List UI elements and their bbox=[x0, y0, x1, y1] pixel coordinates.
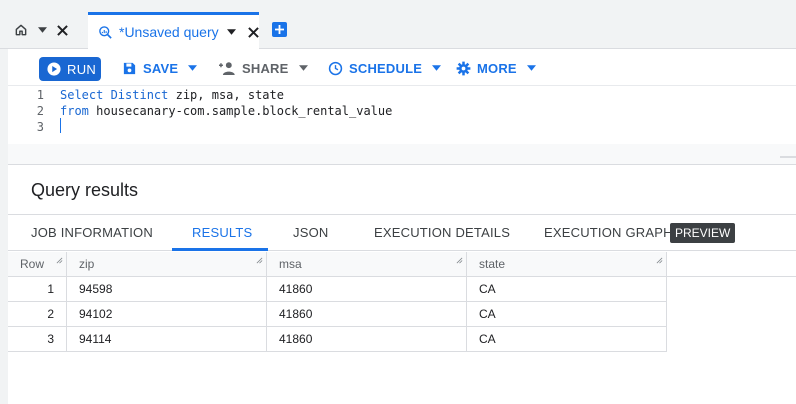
row-number-cell: 2 bbox=[8, 302, 67, 327]
column-resize-icon[interactable] bbox=[456, 248, 463, 273]
tab-json[interactable]: JSON bbox=[293, 225, 328, 240]
play-icon bbox=[47, 62, 61, 76]
preview-badge: PREVIEW bbox=[670, 223, 736, 243]
tab-execution-graph[interactable]: EXECUTION GRAPH bbox=[544, 225, 673, 240]
run-label: RUN bbox=[67, 61, 97, 77]
close-icon[interactable] bbox=[57, 24, 68, 36]
code-line[interactable]: from housecanary-com.sample.block_rental… bbox=[60, 104, 392, 118]
line-number: 2 bbox=[36, 104, 44, 118]
gear-icon bbox=[456, 61, 471, 76]
column-resize-icon[interactable] bbox=[256, 248, 263, 273]
chevron-down-icon[interactable] bbox=[226, 29, 236, 35]
add-tab-icon bbox=[275, 25, 284, 34]
editor-resize-bar[interactable] bbox=[8, 144, 796, 165]
text-cursor bbox=[60, 118, 61, 133]
chevron-down-icon bbox=[188, 65, 198, 71]
home-icon[interactable] bbox=[14, 23, 28, 37]
line-number: 1 bbox=[36, 88, 44, 102]
schedule-clock-icon bbox=[328, 61, 343, 76]
share-label: SHARE bbox=[242, 60, 289, 76]
active-tab-indicator bbox=[172, 248, 268, 251]
table-row: 1 94598 41860 CA bbox=[8, 277, 667, 302]
save-icon bbox=[122, 61, 137, 76]
chevron-down-icon bbox=[298, 65, 308, 71]
tab-unsaved-query[interactable]: *Unsaved query bbox=[88, 12, 259, 49]
left-gutter bbox=[0, 49, 8, 404]
chevron-down-icon bbox=[526, 65, 536, 71]
table-row: 3 94114 41860 CA bbox=[8, 327, 667, 352]
sql-text: zip, msa, state bbox=[168, 88, 284, 102]
table-row: 2 94102 41860 CA bbox=[8, 302, 667, 327]
sql-keyword: Select Distinct bbox=[60, 88, 169, 102]
chevron-down-icon bbox=[432, 65, 442, 71]
msa-cell[interactable]: 41860 bbox=[267, 302, 467, 327]
editor-toolbar: RUN SAVE SHARE SCHEDULE MORE bbox=[8, 49, 796, 86]
column-resize-icon[interactable] bbox=[656, 248, 663, 273]
chevron-down-icon[interactable] bbox=[38, 27, 47, 33]
code-line[interactable]: Select Distinct zip, msa, state bbox=[60, 88, 284, 102]
results-tabs: JOB INFORMATION RESULTS JSON EXECUTION D… bbox=[8, 214, 796, 251]
run-button[interactable]: RUN bbox=[39, 57, 101, 81]
results-title: Query results bbox=[31, 180, 139, 200]
state-cell[interactable]: CA bbox=[467, 277, 667, 302]
zip-cell[interactable]: 94114 bbox=[67, 327, 267, 352]
msa-cell[interactable]: 41860 bbox=[267, 277, 467, 302]
home-tab[interactable] bbox=[14, 20, 68, 40]
tab-results[interactable]: RESULTS bbox=[192, 225, 252, 240]
line-number: 3 bbox=[36, 120, 44, 134]
tab-job-information[interactable]: JOB INFORMATION bbox=[31, 225, 153, 240]
person-add-icon bbox=[219, 61, 236, 76]
schedule-button[interactable]: SCHEDULE bbox=[328, 59, 442, 77]
header-filler bbox=[667, 252, 796, 277]
query-tab-label: *Unsaved query bbox=[119, 24, 219, 40]
zip-cell[interactable]: 94102 bbox=[67, 302, 267, 327]
share-button[interactable]: SHARE bbox=[219, 59, 308, 77]
save-button[interactable]: SAVE bbox=[122, 59, 198, 77]
column-header-state: state bbox=[467, 252, 667, 277]
add-tab-button[interactable] bbox=[272, 22, 287, 37]
msa-cell[interactable]: 41860 bbox=[267, 327, 467, 352]
more-label: MORE bbox=[477, 60, 517, 76]
sql-text: housecanary-com.sample.block_rental_valu… bbox=[88, 104, 393, 118]
column-header-zip: zip bbox=[67, 252, 267, 277]
query-icon bbox=[98, 25, 113, 40]
save-label: SAVE bbox=[143, 60, 179, 76]
tab-bar: *Unsaved query bbox=[0, 0, 796, 49]
table-header-row: Row zip msa state bbox=[8, 252, 796, 277]
more-button[interactable]: MORE bbox=[456, 59, 536, 77]
column-header-row: Row bbox=[8, 252, 67, 277]
schedule-label: SCHEDULE bbox=[349, 60, 423, 76]
sql-keyword: from bbox=[60, 104, 89, 118]
row-number-cell: 1 bbox=[8, 277, 67, 302]
close-icon[interactable] bbox=[247, 26, 259, 38]
row-number-cell: 3 bbox=[8, 327, 67, 352]
resize-grip[interactable] bbox=[780, 156, 796, 158]
tab-execution-details[interactable]: EXECUTION DETAILS bbox=[374, 225, 510, 240]
column-resize-icon[interactable] bbox=[56, 248, 63, 273]
state-cell[interactable]: CA bbox=[467, 327, 667, 352]
sql-editor[interactable]: 1 2 3 Select Distinct zip, msa, state fr… bbox=[8, 86, 796, 144]
zip-cell[interactable]: 94598 bbox=[67, 277, 267, 302]
column-header-msa: msa bbox=[267, 252, 467, 277]
state-cell[interactable]: CA bbox=[467, 302, 667, 327]
